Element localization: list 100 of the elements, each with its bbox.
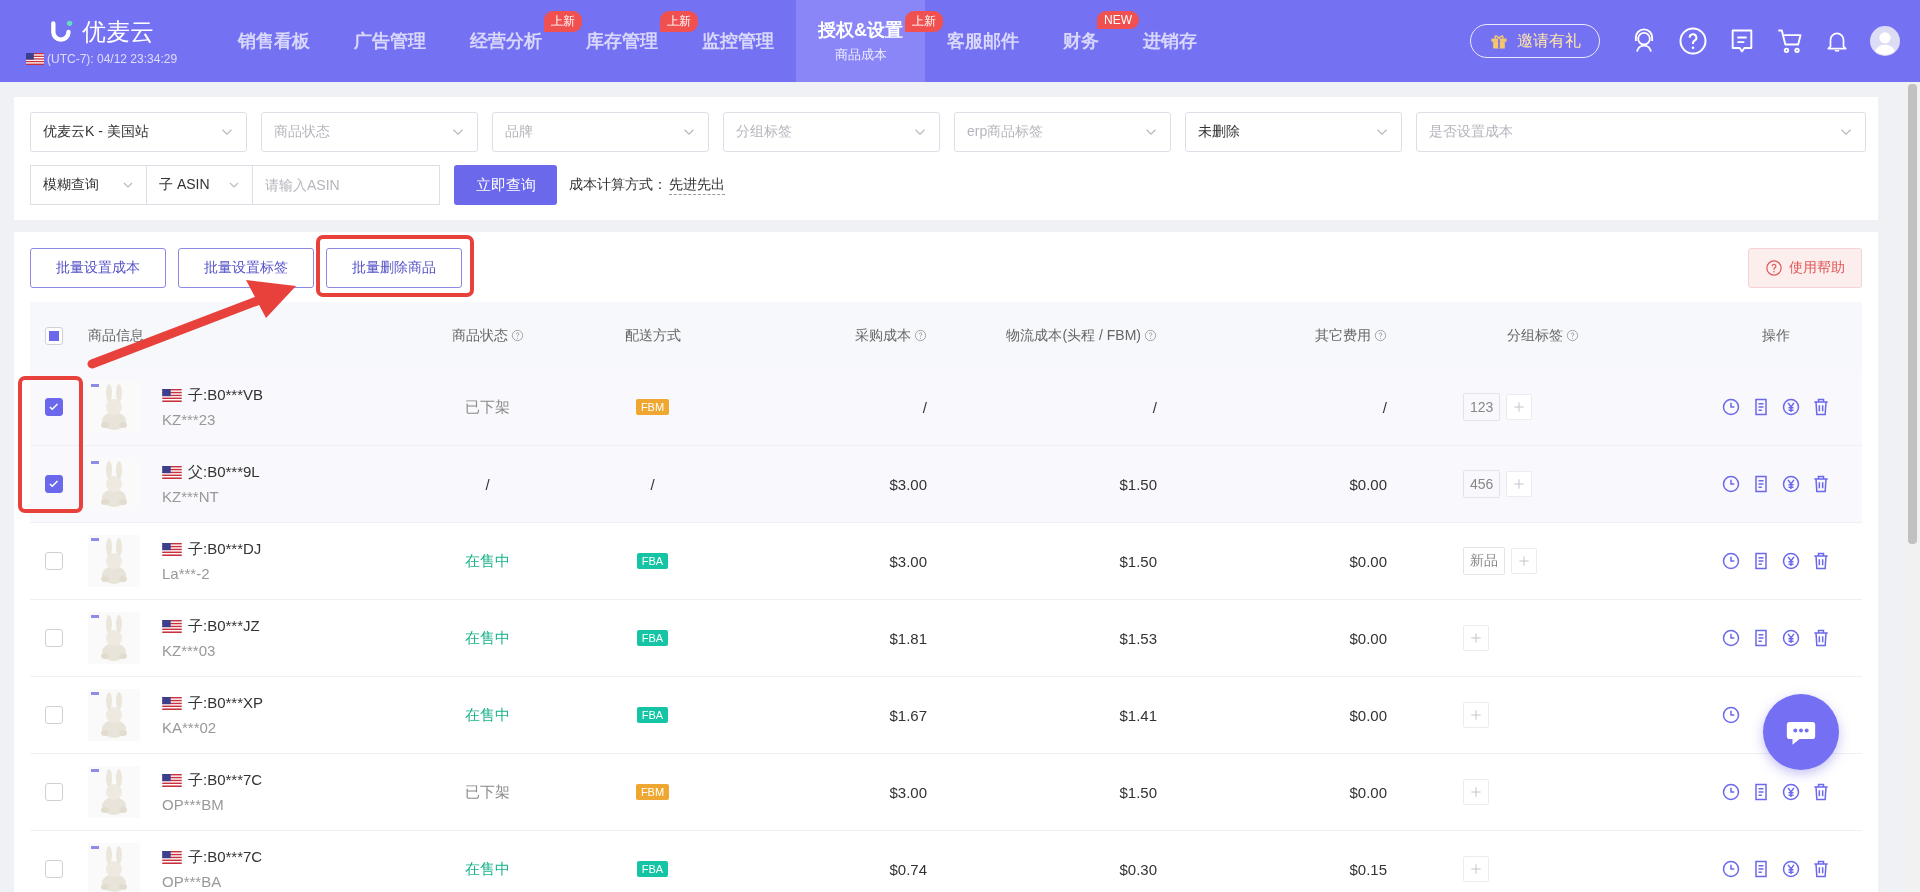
row-checkbox[interactable] (45, 475, 63, 493)
yen-icon[interactable] (1781, 397, 1801, 417)
tag-chip[interactable]: 123 (1463, 393, 1501, 421)
trash-icon[interactable] (1811, 551, 1831, 571)
shipping-badge: FBA (636, 630, 669, 646)
select-field[interactable]: 子 ASIN (147, 165, 253, 205)
shipping-text: / (650, 475, 655, 493)
yen-icon[interactable] (1781, 474, 1801, 494)
column-header: 商品信息 (88, 326, 144, 345)
status-text: 在售中 (465, 551, 510, 571)
select-field[interactable]: 未删除 (1185, 112, 1402, 152)
asin-text: 子:B0***7C (188, 771, 263, 790)
select-all-checkbox[interactable] (45, 326, 63, 345)
status-text: 在售中 (465, 705, 510, 725)
status-text: 在售中 (465, 628, 510, 648)
asin-text: 子:B0***7C (188, 848, 263, 867)
cost-text: $3.00 (889, 783, 927, 801)
clock-icon[interactable] (1721, 628, 1741, 648)
select-field[interactable]: 分组标签 (723, 112, 940, 152)
sku-text: KZ***03 (162, 642, 217, 659)
nav-tab[interactable]: 销售看板 (216, 0, 332, 82)
plus-icon (1468, 784, 1484, 800)
cost-text: $1.53 (1119, 629, 1157, 647)
scrollbar-thumb[interactable] (1908, 84, 1917, 544)
cost-text: $3.00 (889, 475, 927, 493)
cost-text: $3.00 (889, 552, 927, 570)
clock-icon[interactable] (1721, 474, 1741, 494)
select-field[interactable]: 模糊查询 (30, 165, 147, 205)
yen-icon[interactable] (1781, 551, 1801, 571)
flag-icon (162, 620, 182, 633)
yen-icon[interactable] (1781, 782, 1801, 802)
nav-tab[interactable]: 广告管理 (332, 0, 448, 82)
trash-icon[interactable] (1811, 859, 1831, 879)
select-field[interactable]: erp商品标签 (954, 112, 1171, 152)
cost-text: $0.74 (889, 860, 927, 878)
cost-text: $0.00 (1349, 475, 1387, 493)
plus-icon (1468, 630, 1484, 646)
column-header: 采购成本 (855, 326, 911, 345)
flag-icon (162, 389, 182, 402)
row-checkbox[interactable] (45, 398, 63, 416)
batch-button[interactable]: 批量删除商品 (326, 248, 462, 288)
clock-icon[interactable] (1721, 397, 1741, 417)
trash-icon[interactable] (1811, 474, 1831, 494)
cost-text: $0.00 (1349, 552, 1387, 570)
flag-icon (162, 466, 182, 479)
clock-icon[interactable] (1721, 782, 1741, 802)
new-badge: 上新 (660, 11, 698, 32)
flag-icon (162, 851, 182, 864)
select-field[interactable]: 品牌 (492, 112, 709, 152)
help-button[interactable]: 使用帮助 (1748, 248, 1862, 288)
cost-text: $1.50 (1119, 783, 1157, 801)
trash-icon[interactable] (1811, 628, 1831, 648)
new-badge: 上新 (905, 11, 943, 32)
cost-method-link[interactable]: 先进先出 (669, 175, 725, 195)
trash-icon[interactable] (1811, 782, 1831, 802)
help-icon[interactable] (1678, 26, 1708, 56)
new-badge: 上新 (544, 11, 582, 32)
asin-text: 子:B0***VB (188, 386, 264, 405)
query-button[interactable]: 立即查询 (454, 165, 557, 205)
shipping-badge: FBM (635, 399, 670, 415)
sku-text: KZ***23 (162, 411, 217, 428)
shipping-badge: FBM (635, 784, 670, 800)
cost-text: / (1152, 398, 1157, 416)
avatar-icon[interactable] (1870, 26, 1900, 56)
yen-icon[interactable] (1781, 628, 1801, 648)
plus-icon (1468, 861, 1484, 877)
clock-icon[interactable] (1721, 859, 1741, 879)
batch-button[interactable]: 批量设置成本 (30, 248, 166, 288)
batch-button[interactable]: 批量设置标签 (178, 248, 314, 288)
tag-chip[interactable]: 新品 (1463, 547, 1505, 575)
question-icon (1765, 259, 1783, 277)
trash-icon[interactable] (1811, 397, 1831, 417)
cost-text: $0.15 (1349, 860, 1387, 878)
select-field[interactable]: 优麦云K - 美国站 (30, 112, 247, 152)
sku-text: KZ***NT (162, 488, 220, 505)
column-header: 分组标签 (1506, 326, 1563, 345)
flag-icon (26, 53, 44, 65)
clock-icon[interactable] (1721, 551, 1741, 571)
logo-text: 优麦云 (82, 17, 154, 47)
column-header: 物流成本(头程 / FBM) (1006, 326, 1141, 345)
nav-subtitle: 商品成本 (834, 46, 887, 64)
cost-text: $0.30 (1119, 860, 1157, 878)
status-text: 已下架 (465, 397, 510, 417)
sku-text: La***-2 (162, 565, 211, 582)
cart-icon[interactable] (1776, 27, 1804, 55)
cost-text: $1.50 (1119, 552, 1157, 570)
select-field[interactable]: 商品状态 (261, 112, 478, 152)
flag-icon (162, 543, 182, 556)
asin-input[interactable]: 请输入ASIN (253, 165, 440, 205)
shipping-badge: FBA (636, 707, 669, 723)
cost-method-label: 成本计算方式： (569, 176, 667, 194)
select-field[interactable]: 是否设置成本 (1416, 112, 1866, 152)
cost-text: $1.67 (889, 706, 927, 724)
asin-text: 父:B0***9L (188, 463, 260, 482)
clock-icon[interactable] (1721, 705, 1741, 725)
yen-icon[interactable] (1781, 859, 1801, 879)
tag-chip[interactable]: 456 (1463, 470, 1501, 498)
logo-icon (50, 19, 74, 45)
sku-text: OP***BM (162, 796, 225, 813)
column-header: 商品状态 (451, 326, 508, 345)
